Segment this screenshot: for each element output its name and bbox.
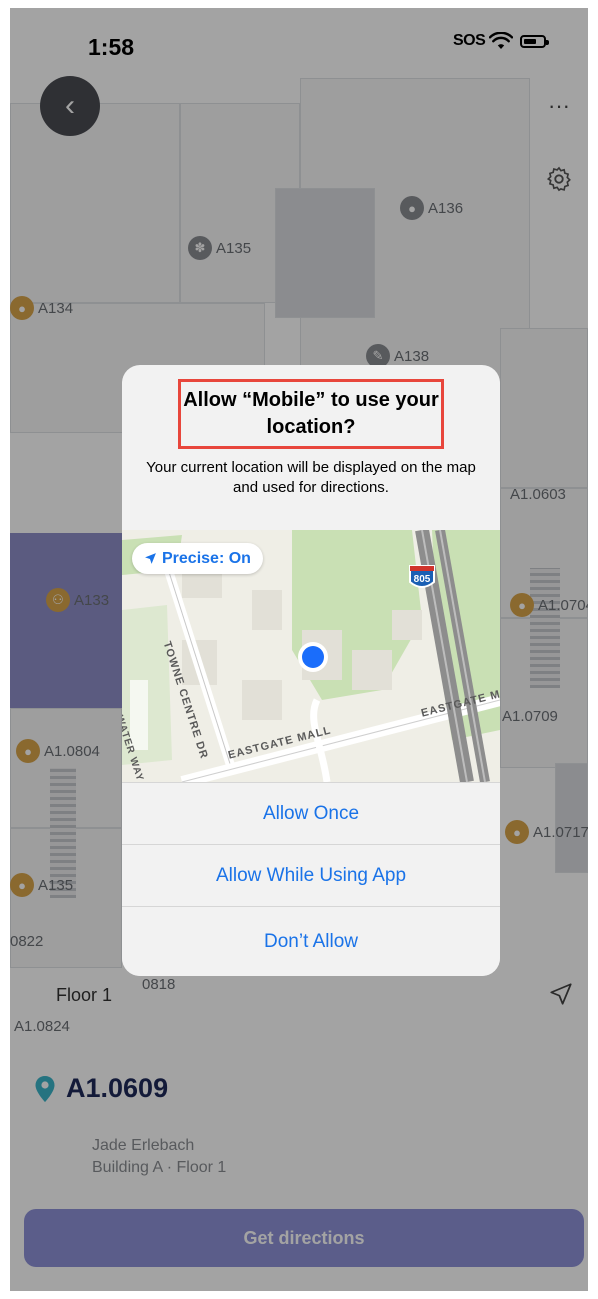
allow-while-using-button[interactable]: Allow While Using App (122, 844, 500, 906)
location-preview-map: 805 TOWNE CENTRE DR EASTGATE MALL EASTGA… (122, 530, 500, 782)
status-time: 1:58 (88, 34, 135, 60)
location-permission-alert: Allow “Mobile” to use your location? You… (122, 365, 500, 976)
location-arrow-icon (145, 553, 156, 564)
battery-icon (520, 35, 549, 48)
dont-allow-button[interactable]: Don’t Allow (122, 906, 500, 976)
precise-location-toggle[interactable]: Precise: On (132, 543, 263, 574)
alert-message: Your current location will be displayed … (146, 459, 476, 496)
precise-label: Precise: On (162, 549, 251, 567)
phone-screen: ● A136 ✽ A135 ● A134 ✎ A138 A1.0603 ⚇ A133 ● A… (10, 8, 588, 1291)
status-bar: 1:58 SOS (10, 8, 588, 83)
allow-once-button[interactable]: Allow Once (122, 782, 500, 844)
wifi-icon (489, 32, 513, 49)
sos-indicator: SOS (453, 32, 486, 49)
interstate-shield-label: 805 (413, 574, 431, 585)
alert-title: Allow “Mobile” to use your location? (178, 379, 444, 449)
alert-header: Allow “Mobile” to use your location? You… (122, 365, 500, 530)
